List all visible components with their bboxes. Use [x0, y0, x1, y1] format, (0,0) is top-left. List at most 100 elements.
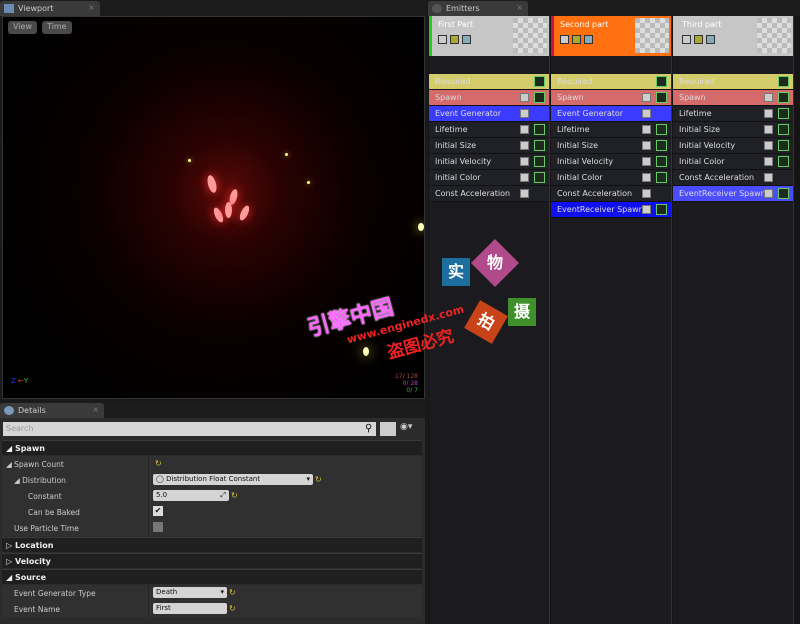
- curve-graph-icon[interactable]: [778, 108, 789, 119]
- category-location[interactable]: ▷ Location: [2, 537, 422, 552]
- module-enable-checkbox[interactable]: [642, 157, 651, 166]
- module-enable-checkbox[interactable]: [520, 157, 529, 166]
- can-be-baked-checkbox[interactable]: ✔: [153, 506, 163, 516]
- module-lifetime[interactable]: Lifetime: [551, 122, 671, 138]
- close-icon[interactable]: ×: [516, 3, 523, 12]
- curve-graph-icon[interactable]: [534, 156, 545, 167]
- module-enable-checkbox[interactable]: [520, 189, 529, 198]
- module-event-generator[interactable]: Event Generator: [551, 106, 671, 122]
- module-initial-velocity[interactable]: Initial Velocity: [429, 154, 549, 170]
- module-eventreceiver-spawn[interactable]: EventReceiver Spawn: [673, 186, 793, 202]
- module-eventreceiver-spawn[interactable]: EventReceiver Spawn: [551, 202, 671, 218]
- curve-graph-icon[interactable]: [656, 140, 667, 151]
- view-button[interactable]: View: [8, 21, 37, 34]
- module-enable-checkbox[interactable]: [642, 109, 651, 118]
- curve-graph-icon[interactable]: [534, 76, 545, 87]
- reset-icon[interactable]: ↻: [155, 459, 162, 468]
- solo-icon[interactable]: [462, 35, 471, 44]
- module-enable-checkbox[interactable]: [520, 125, 529, 134]
- render-mode-icon[interactable]: [694, 35, 703, 44]
- module-enable-checkbox[interactable]: [642, 173, 651, 182]
- curve-graph-icon[interactable]: [778, 124, 789, 135]
- module-enable-checkbox[interactable]: [642, 205, 651, 214]
- curve-graph-icon[interactable]: [656, 204, 667, 215]
- details-tab[interactable]: Details ×: [0, 403, 104, 418]
- solo-icon[interactable]: [584, 35, 593, 44]
- curve-graph-icon[interactable]: [656, 92, 667, 103]
- module-enable-checkbox[interactable]: [520, 93, 529, 102]
- module-enable-checkbox[interactable]: [520, 141, 529, 150]
- module-initial-size[interactable]: Initial Size: [429, 138, 549, 154]
- reset-icon[interactable]: ↻: [229, 604, 236, 613]
- curve-graph-icon[interactable]: [778, 156, 789, 167]
- curve-graph-icon[interactable]: [534, 92, 545, 103]
- module-initial-size[interactable]: Initial Size: [551, 138, 671, 154]
- module-enable-checkbox[interactable]: [520, 109, 529, 118]
- module-enable-checkbox[interactable]: [642, 125, 651, 134]
- curve-graph-icon[interactable]: [534, 124, 545, 135]
- reset-icon[interactable]: ↻: [231, 491, 238, 500]
- module-enable-checkbox[interactable]: [642, 141, 651, 150]
- time-button[interactable]: Time: [42, 21, 72, 34]
- viewport-tab[interactable]: Viewport ×: [0, 1, 100, 16]
- solo-icon[interactable]: [706, 35, 715, 44]
- module-enable-checkbox[interactable]: [764, 109, 773, 118]
- curve-graph-icon[interactable]: [656, 172, 667, 183]
- constant-input[interactable]: 5.0 ⤢: [153, 490, 229, 501]
- enable-toggle-icon[interactable]: [438, 35, 447, 44]
- module-enable-checkbox[interactable]: [642, 189, 651, 198]
- event-name-input[interactable]: First: [153, 603, 227, 614]
- distribution-dropdown[interactable]: ◯ Distribution Float Constant ▾: [153, 474, 313, 485]
- event-generator-type-dropdown[interactable]: Death ▾: [153, 587, 227, 598]
- module-initial-velocity[interactable]: Initial Velocity: [673, 138, 793, 154]
- module-enable-checkbox[interactable]: [764, 93, 773, 102]
- emitters-tab[interactable]: Emitters ×: [428, 1, 528, 16]
- curve-graph-icon[interactable]: [656, 156, 667, 167]
- curve-graph-icon[interactable]: [778, 92, 789, 103]
- module-enable-checkbox[interactable]: [520, 173, 529, 182]
- module-enable-checkbox[interactable]: [642, 93, 651, 102]
- module-required[interactable]: Required: [429, 74, 549, 90]
- emitter-header[interactable]: Third part 120: [673, 16, 793, 56]
- module-initial-color[interactable]: Initial Color: [429, 170, 549, 186]
- module-enable-checkbox[interactable]: [764, 189, 773, 198]
- module-required[interactable]: Required: [673, 74, 793, 90]
- module-event-generator[interactable]: Event Generator: [429, 106, 549, 122]
- reset-icon[interactable]: ↻: [229, 588, 236, 597]
- category-velocity[interactable]: ▷ Velocity: [2, 553, 422, 568]
- category-source[interactable]: ◢ Source: [2, 569, 422, 584]
- render-mode-icon[interactable]: [450, 35, 459, 44]
- curve-graph-icon[interactable]: [656, 76, 667, 87]
- grid-view-button[interactable]: [380, 422, 396, 436]
- curve-graph-icon[interactable]: [534, 140, 545, 151]
- curve-graph-icon[interactable]: [656, 124, 667, 135]
- module-const-acceleration[interactable]: Const Acceleration: [429, 186, 549, 202]
- module-enable-checkbox[interactable]: [764, 157, 773, 166]
- enable-toggle-icon[interactable]: [560, 35, 569, 44]
- module-enable-checkbox[interactable]: [764, 173, 773, 182]
- enable-toggle-icon[interactable]: [682, 35, 691, 44]
- emitter-header[interactable]: First Part 7: [429, 16, 549, 56]
- module-required[interactable]: Required: [551, 74, 671, 90]
- module-initial-velocity[interactable]: Initial Velocity: [551, 154, 671, 170]
- close-icon[interactable]: ×: [88, 3, 95, 12]
- module-spawn[interactable]: Spawn: [551, 90, 671, 106]
- render-mode-icon[interactable]: [572, 35, 581, 44]
- reset-icon[interactable]: ↻: [315, 475, 322, 484]
- module-initial-color[interactable]: Initial Color: [673, 154, 793, 170]
- module-spawn[interactable]: Spawn: [673, 90, 793, 106]
- module-spawn[interactable]: Spawn: [429, 90, 549, 106]
- module-lifetime[interactable]: Lifetime: [673, 106, 793, 122]
- module-const-acceleration[interactable]: Const Acceleration: [673, 170, 793, 186]
- search-input[interactable]: Search: [3, 422, 376, 436]
- curve-graph-icon[interactable]: [778, 140, 789, 151]
- curve-graph-icon[interactable]: [778, 76, 789, 87]
- curve-graph-icon[interactable]: [778, 188, 789, 199]
- module-initial-color[interactable]: Initial Color: [551, 170, 671, 186]
- category-spawn[interactable]: ◢ Spawn: [2, 440, 422, 455]
- close-icon[interactable]: ×: [92, 405, 99, 414]
- module-enable-checkbox[interactable]: [764, 141, 773, 150]
- curve-graph-icon[interactable]: [534, 172, 545, 183]
- eye-visibility-icon[interactable]: ◉▾: [400, 422, 412, 432]
- use-particle-time-checkbox[interactable]: [153, 522, 163, 532]
